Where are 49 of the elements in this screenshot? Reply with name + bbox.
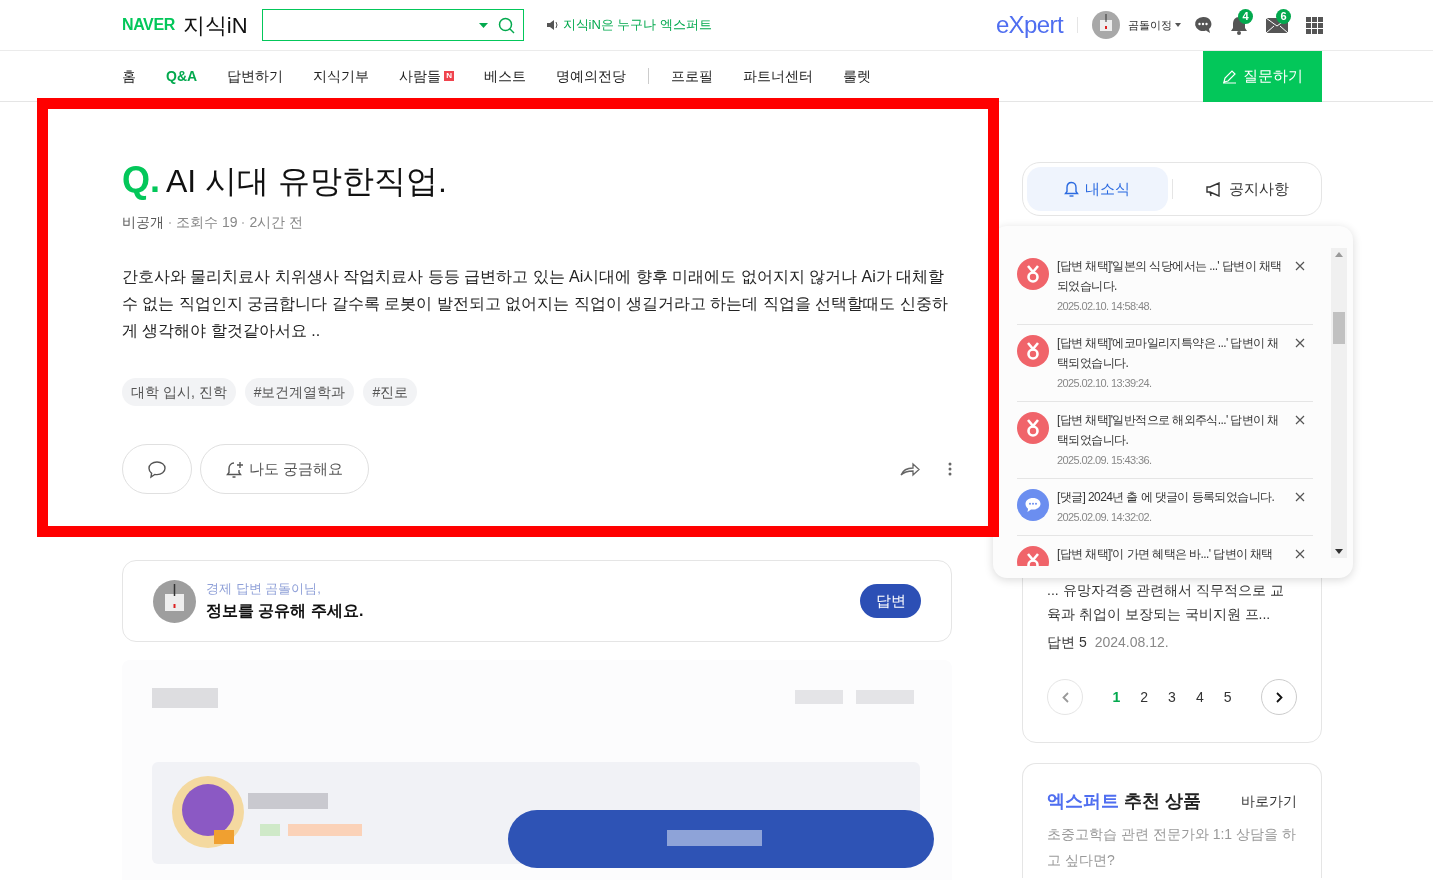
greeting-text: 경제 답변 곰돌이님, (206, 579, 322, 598)
new-badge: N (444, 71, 455, 81)
service-logo[interactable]: 지식iN (182, 8, 248, 42)
notification-text[interactable]: [답변 채택]'일본의 식당에서는 ...' 답변이 채택되었습니다. (1057, 256, 1283, 296)
notification-time: 2025.02.10. 13:39:24. (1057, 376, 1153, 391)
nav-tab[interactable]: 프로필 (671, 65, 714, 87)
nav-tab[interactable]: 파트너센터 (743, 65, 814, 87)
nav-tab[interactable]: 사람들 (399, 65, 442, 87)
question-mark: Q. (122, 162, 160, 198)
notification-text[interactable]: [답변 채택]'이 가면 혜택은 바...' 답변이 채택 (1057, 544, 1283, 564)
question-meta: 조회수 19 (176, 213, 238, 232)
tag-chip[interactable]: #보건계열학과 (244, 378, 355, 406)
question-meta: 2시간 전 (249, 213, 304, 232)
notification-text[interactable]: [답변 채택]'일반적으로 해외주식...' 답변이 채택되었습니다. (1057, 410, 1283, 450)
notification-text[interactable]: [댓글] 2024년 출 에 댓글이 등록되었습니다. (1057, 487, 1283, 507)
nav-tab[interactable]: 홈 (122, 65, 136, 87)
page-link[interactable]: 2 (1140, 686, 1149, 708)
related-date: 2024.08.12. (1094, 633, 1169, 652)
notification-time: 2025.02.09. 14:32:02. (1057, 510, 1153, 525)
notification-time: 2025.02.09. 15:43:36. (1057, 453, 1153, 468)
nav-tab[interactable]: 명예의전당 (556, 65, 627, 87)
expert-description: 초중고학습 관련 전문가와 1:1 상담을 하고 싶다면? (1047, 825, 1297, 870)
curious-button[interactable]: 나도 궁금해요 (200, 444, 370, 494)
nav-tab[interactable]: 베스트 (484, 65, 527, 87)
tag-chip[interactable]: 대학 입시, 진학 (122, 378, 236, 406)
tag-chip[interactable]: #진로 (363, 378, 418, 406)
sidebar-tab[interactable]: 내소식 (1027, 167, 1168, 211)
nav-tab[interactable]: 답변하기 (227, 65, 284, 87)
related-question-text[interactable]: ... 유망자격증 관련해서 직무적으로 교육과 취업이 보장되는 국비지원 프... (1047, 578, 1297, 626)
notification-count-badge: 4 (1238, 9, 1253, 24)
notification-time: 2025.02.10. 14:58:48. (1057, 299, 1153, 314)
expert-logo[interactable]: eXpert (995, 7, 1063, 43)
answer-count: 답변 5 (1047, 633, 1087, 652)
question-title: AI 시대 유망한직업. (166, 165, 447, 197)
nav-tab[interactable]: 지식기부 (313, 65, 370, 87)
notification-text[interactable]: [답변 채택]'에코마일리지특약은 ...' 답변이 채택되었습니다. (1057, 333, 1283, 373)
page-link[interactable]: 3 (1168, 686, 1176, 708)
shortcut-link[interactable]: 바로가기 (1241, 791, 1297, 812)
prompt-message: 정보를 공유해 주세요. (206, 601, 364, 622)
user-menu[interactable]: 곰돌이정 (1128, 16, 1172, 34)
answer-button[interactable]: 답변 (860, 584, 921, 618)
mail-count-badge: 6 (1276, 9, 1291, 24)
question-body: 간호사와 물리치료사 치위생사 작업치료사 등등 급변하고 있는 Ai시대에 향후 미래에도 없어지지 않거나 Ai가 대체할수 없는 직업인지 궁금합니다 갈수록 로봇이 발전되고 없어지는 직업이 생길거라고 하는데 직업을 선택할때도 신중하게 생각해야 할것같아서요 .. (122, 267, 948, 341)
sidebar-tab[interactable]: 공지사항 (1176, 167, 1317, 211)
page-link[interactable]: 4 (1195, 686, 1204, 708)
page-link[interactable]: 5 (1223, 686, 1232, 708)
question-meta: 비공개 (122, 213, 164, 232)
expert-title: 엑스퍼트 추천 상품 (1047, 791, 1201, 811)
nav-tab[interactable]: 룰렛 (843, 65, 872, 87)
